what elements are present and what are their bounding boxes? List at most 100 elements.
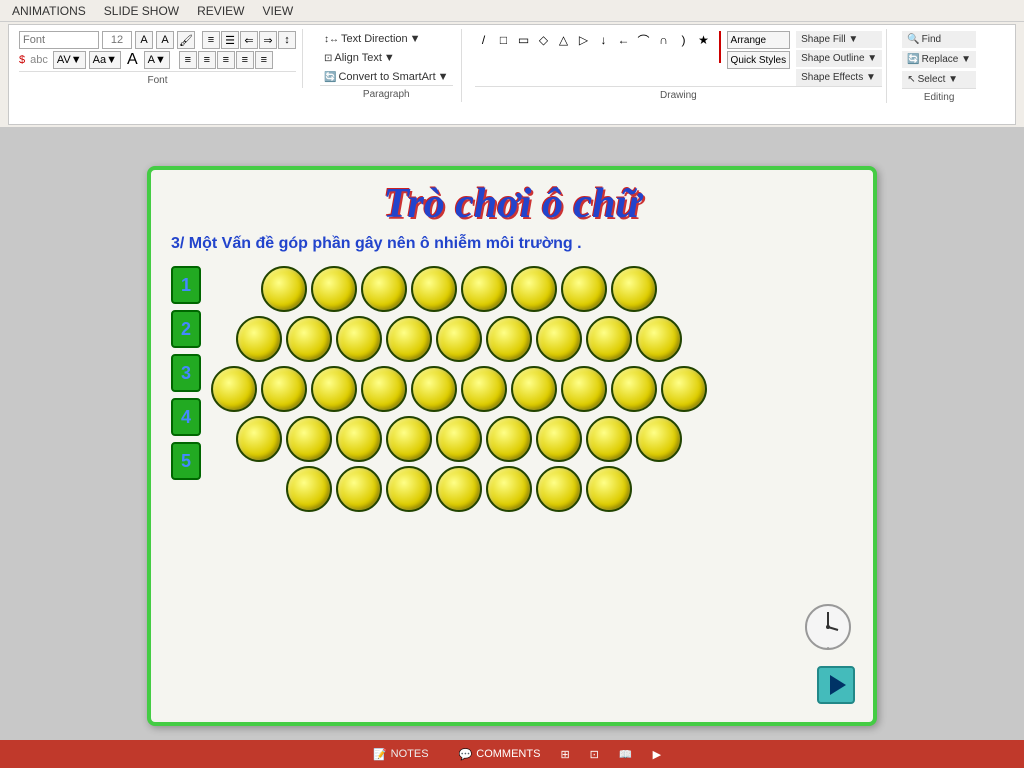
replace-btn[interactable]: 🔄 Replace ▼	[902, 51, 976, 68]
shape-triangle2[interactable]: ▷	[575, 31, 593, 49]
shape-arrow-down[interactable]: ↓	[595, 31, 613, 49]
shape-curve[interactable]: ⌒	[635, 31, 653, 49]
row-label-4[interactable]: 4	[171, 398, 201, 436]
circle-1-8[interactable]	[611, 266, 657, 312]
circle-1-2[interactable]	[311, 266, 357, 312]
shape-outline-btn[interactable]: Shape Outline ▼	[796, 50, 882, 67]
circle-2-4[interactable]	[386, 316, 432, 362]
circle-4-5[interactable]	[436, 416, 482, 462]
circle-3-8[interactable]	[561, 366, 607, 412]
circle-3-5[interactable]	[411, 366, 457, 412]
align-cols[interactable]: ≡	[255, 51, 273, 69]
circle-1-3[interactable]	[361, 266, 407, 312]
list-bullet[interactable]: ≡	[202, 31, 220, 49]
circle-5-6[interactable]	[536, 466, 582, 512]
font-clear[interactable]: 🖌	[177, 31, 195, 49]
list-number[interactable]: ☰	[221, 31, 239, 49]
menu-view[interactable]: VIEW	[254, 2, 301, 20]
circle-5-7[interactable]	[586, 466, 632, 512]
align-center[interactable]: ≡	[198, 51, 216, 69]
shape-arrow-left[interactable]: ←	[615, 31, 633, 49]
notes-text[interactable]: NOTES	[391, 748, 429, 760]
circle-1-1[interactable]	[261, 266, 307, 312]
circle-3-2[interactable]	[261, 366, 307, 412]
circle-5-4[interactable]	[436, 466, 482, 512]
view-reading[interactable]: 📖	[619, 748, 633, 761]
aa-btn[interactable]: Aa▼	[89, 51, 121, 69]
comments-item[interactable]: 💬 COMMENTS	[459, 748, 541, 761]
circle-3-1[interactable]	[211, 366, 257, 412]
circle-4-7[interactable]	[536, 416, 582, 462]
a-color-btn[interactable]: A▼	[144, 51, 170, 69]
indent-increase[interactable]: ⇒	[259, 31, 277, 49]
circle-2-2[interactable]	[286, 316, 332, 362]
circle-1-7[interactable]	[561, 266, 607, 312]
circle-4-4[interactable]	[386, 416, 432, 462]
circle-4-8[interactable]	[586, 416, 632, 462]
text-direction-btn[interactable]: ↕↔ Text Direction ▼	[320, 31, 453, 47]
arrange-btn[interactable]: Arrange	[727, 31, 791, 49]
slideshow-btn[interactable]: ▶	[653, 748, 661, 761]
shape-effects-btn[interactable]: Shape Effects ▼	[796, 69, 882, 86]
circle-2-8[interactable]	[586, 316, 632, 362]
align-text-btn[interactable]: ⊡ Align Text ▼	[320, 50, 453, 66]
shape-bracket[interactable]: )	[675, 31, 693, 49]
circle-3-4[interactable]	[361, 366, 407, 412]
font-size-increase[interactable]: A	[135, 31, 153, 49]
indent-decrease[interactable]: ⇐	[240, 31, 258, 49]
circle-1-4[interactable]	[411, 266, 457, 312]
circle-2-9[interactable]	[636, 316, 682, 362]
circle-3-9[interactable]	[611, 366, 657, 412]
shape-rect[interactable]: □	[495, 31, 513, 49]
circle-5-2[interactable]	[336, 466, 382, 512]
circle-2-3[interactable]	[336, 316, 382, 362]
circle-4-6[interactable]	[486, 416, 532, 462]
circle-3-6[interactable]	[461, 366, 507, 412]
circle-4-2[interactable]	[286, 416, 332, 462]
play-button[interactable]	[817, 666, 855, 704]
view-slide[interactable]: ⊡	[590, 748, 599, 761]
circle-2-1[interactable]	[236, 316, 282, 362]
circle-5-3[interactable]	[386, 466, 432, 512]
shape-triangle1[interactable]: △	[555, 31, 573, 49]
row-label-1[interactable]: 1	[171, 266, 201, 304]
row-label-5[interactable]: 5	[171, 442, 201, 480]
clock-icon[interactable]: ●	[803, 602, 853, 652]
shape-arc[interactable]: ∩	[655, 31, 673, 49]
circle-4-9[interactable]	[636, 416, 682, 462]
quick-styles-btn[interactable]: Quick Styles	[727, 51, 791, 69]
menu-slideshow[interactable]: SLIDE SHOW	[96, 2, 187, 20]
convert-smartart-btn[interactable]: 🔄 Convert to SmartArt ▼	[320, 69, 453, 85]
circle-5-1[interactable]	[286, 466, 332, 512]
circle-2-5[interactable]	[436, 316, 482, 362]
menu-review[interactable]: REVIEW	[189, 2, 252, 20]
shape-line[interactable]: /	[475, 31, 493, 49]
shape-rounded-rect[interactable]: ▭	[515, 31, 533, 49]
circle-4-1[interactable]	[236, 416, 282, 462]
font-size-input[interactable]	[102, 31, 132, 49]
row-label-2[interactable]: 2	[171, 310, 201, 348]
circle-3-7[interactable]	[511, 366, 557, 412]
circle-3-3[interactable]	[311, 366, 357, 412]
font-name-input[interactable]	[19, 31, 99, 49]
menu-animations[interactable]: ANIMATIONS	[4, 2, 94, 20]
shape-fill-btn[interactable]: Shape Fill ▼	[796, 31, 882, 48]
shape-diamond[interactable]: ◇	[535, 31, 553, 49]
circle-2-6[interactable]	[486, 316, 532, 362]
font-size-decrease[interactable]: A	[156, 31, 174, 49]
circle-1-6[interactable]	[511, 266, 557, 312]
circle-3-10[interactable]	[661, 366, 707, 412]
circle-2-7[interactable]	[536, 316, 582, 362]
find-btn[interactable]: 🔍 Find	[902, 31, 976, 48]
row-label-3[interactable]: 3	[171, 354, 201, 392]
line-spacing[interactable]: ↕	[278, 31, 296, 49]
select-btn[interactable]: ↖ Select ▼	[902, 71, 976, 88]
align-left[interactable]: ≡	[179, 51, 197, 69]
av-btn[interactable]: AV▼	[53, 51, 86, 69]
view-normal[interactable]: ⊞	[560, 748, 569, 761]
circle-5-5[interactable]	[486, 466, 532, 512]
align-justify[interactable]: ≡	[236, 51, 254, 69]
circle-4-3[interactable]	[336, 416, 382, 462]
align-right[interactable]: ≡	[217, 51, 235, 69]
shape-star[interactable]: ★	[695, 31, 713, 49]
